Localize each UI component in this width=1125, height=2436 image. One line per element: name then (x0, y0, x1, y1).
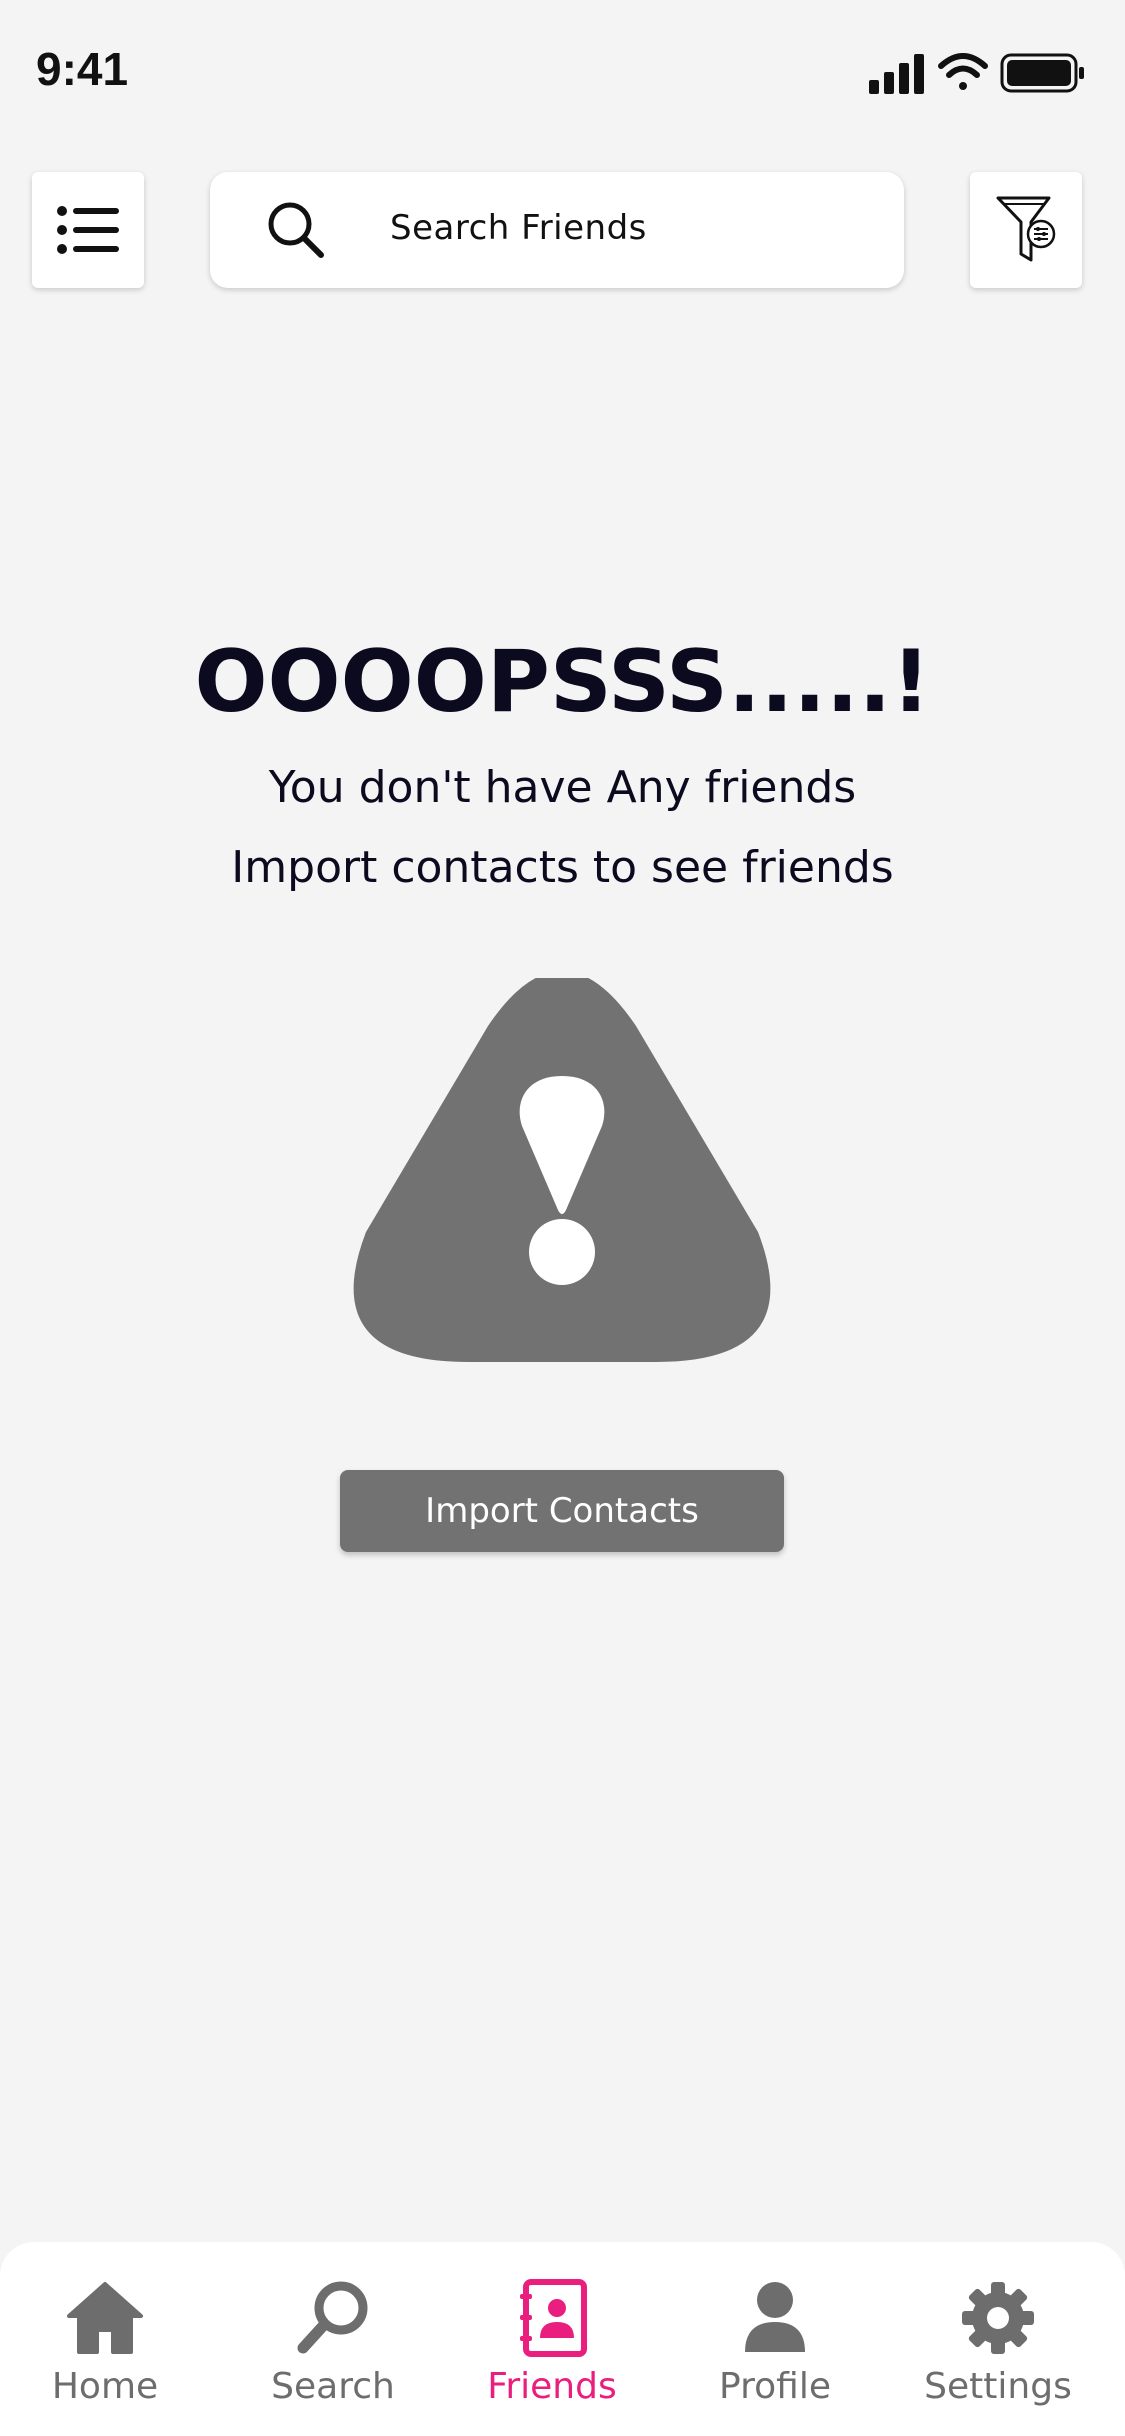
search-icon (268, 202, 324, 258)
tab-settings-label: Settings (924, 2366, 1072, 2407)
menu-button[interactable] (32, 172, 144, 288)
tab-home-label: Home (51, 2366, 159, 2407)
battery-icon (1000, 53, 1084, 93)
home-icon (67, 2282, 143, 2354)
empty-state-hint: Import contacts to see friends (231, 842, 894, 893)
tab-friends-label: Friends (487, 2366, 617, 2407)
status-icons (869, 53, 1084, 94)
tab-search[interactable]: Search (233, 2278, 433, 2428)
tab-bar: Home Search Friends Profile Settings (0, 2242, 1125, 2436)
empty-state-title: OOOOPSSS.....! (194, 632, 931, 732)
filter-button[interactable] (970, 172, 1082, 288)
gear-icon (962, 2282, 1034, 2354)
status-time: 9:41 (36, 43, 129, 95)
list-icon (57, 206, 119, 254)
contacts-book-icon (520, 2279, 587, 2357)
tab-search-label: Search (271, 2366, 395, 2407)
search-icon (297, 2281, 368, 2354)
tab-profile[interactable]: Profile (675, 2278, 875, 2428)
import-contacts-button[interactable]: Import Contacts (340, 1470, 784, 1552)
tab-home[interactable]: Home (5, 2278, 205, 2428)
funnel-settings-icon (996, 196, 1056, 262)
signal-icon (869, 54, 924, 94)
tab-friends[interactable]: Friends (452, 2278, 652, 2428)
warning-triangle-icon (353, 978, 771, 1362)
tab-settings[interactable]: Settings (898, 2278, 1098, 2428)
search-field[interactable]: Search Friends (210, 172, 904, 288)
wifi-icon (938, 53, 988, 90)
person-icon (745, 2282, 805, 2352)
tab-profile-label: Profile (719, 2366, 831, 2407)
search-placeholder: Search Friends (390, 208, 647, 248)
empty-state-message: You don't have Any friends (268, 762, 857, 813)
